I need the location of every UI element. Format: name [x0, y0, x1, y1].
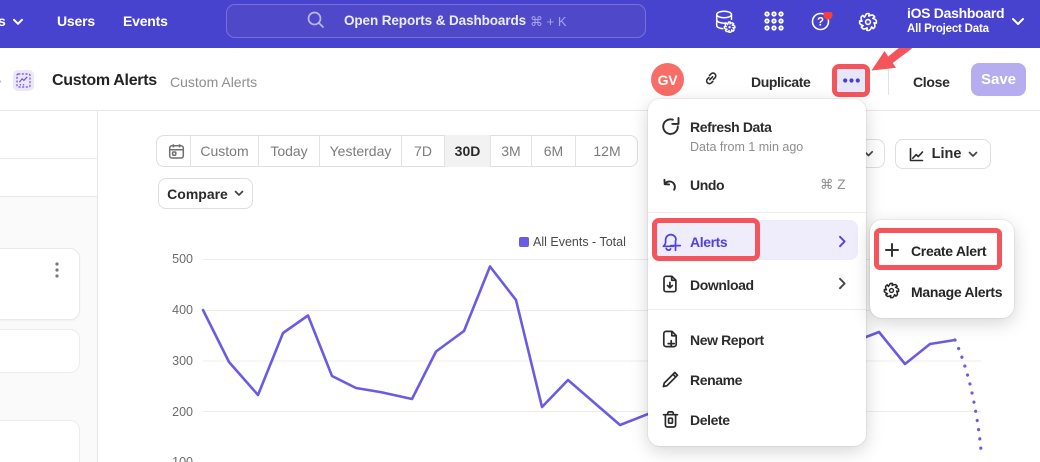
svg-text:?: ?	[817, 17, 824, 29]
